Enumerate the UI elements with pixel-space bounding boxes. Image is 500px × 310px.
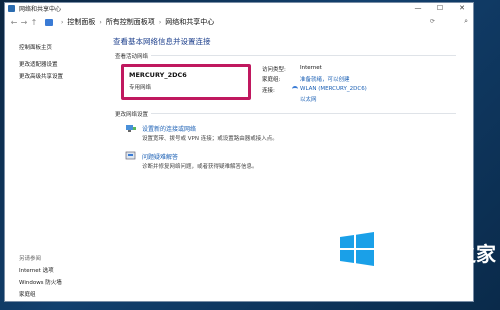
network-name: MERCURY_2DC6 bbox=[129, 71, 187, 79]
breadcrumb: › 控制面板 › 所有控制面板项 › 网络和共享中心 bbox=[45, 17, 214, 27]
chevron-right-icon: › bbox=[61, 18, 64, 26]
access-type-value: Internet bbox=[300, 65, 322, 71]
search-icon[interactable]: ⌕ bbox=[464, 17, 468, 26]
network-app-icon bbox=[8, 5, 15, 12]
wlan-connection-link[interactable]: WLAN (MERCURY_2DC6) bbox=[292, 86, 367, 92]
divider bbox=[151, 55, 456, 56]
title-bar: 网络和共享中心 — ☐ ✕ bbox=[5, 3, 473, 14]
breadcrumb-network-center[interactable]: 网络和共享中心 bbox=[165, 17, 214, 27]
watermark-brand: Win10 之家 bbox=[378, 242, 496, 266]
troubleshoot-link[interactable]: 问题疑难解答 bbox=[142, 152, 178, 161]
active-network-card: MERCURY_2DC6 专用网络 bbox=[121, 64, 251, 100]
address-bar: ← → ↑ › 控制面板 › 所有控制面板项 › 网络和共享中心 ⟳ ⌕ bbox=[5, 14, 473, 30]
chevron-right-icon: › bbox=[99, 18, 102, 26]
sidebar-item-internet-options[interactable]: Internet 选项 bbox=[19, 266, 54, 274]
sidebar-item-adapter-settings[interactable]: 更改适配器设置 bbox=[19, 60, 58, 68]
connections-label: 连接: bbox=[262, 88, 275, 94]
up-arrow-icon[interactable]: ↑ bbox=[29, 18, 39, 27]
control-panel-icon bbox=[45, 18, 53, 26]
homegroup-link[interactable]: 准备就绪，可以创建 bbox=[300, 75, 350, 83]
troubleshoot-icon bbox=[125, 151, 136, 160]
see-also-header: 另请参阅 bbox=[19, 256, 42, 262]
breadcrumb-all-items[interactable]: 所有控制面板项 bbox=[106, 17, 155, 27]
wifi-icon bbox=[292, 86, 298, 91]
new-connection-icon bbox=[126, 125, 136, 132]
divider bbox=[151, 113, 456, 114]
refresh-icon[interactable]: ⟳ bbox=[430, 18, 435, 25]
sidebar-item-windows-firewall[interactable]: Windows 防火墙 bbox=[19, 278, 62, 286]
breadcrumb-control-panel[interactable]: 控制面板 bbox=[67, 17, 95, 27]
windows-logo-icon bbox=[340, 232, 374, 266]
active-networks-label: 查看活动网络 bbox=[115, 54, 149, 60]
window-title: 网络和共享中心 bbox=[19, 6, 62, 13]
sidebar-item-homegroup[interactable]: 家庭组 bbox=[19, 290, 36, 298]
left-navigation-pane: 控制面板主页 更改适配器设置 更改高级共享设置 另请参阅 Internet 选项… bbox=[5, 31, 100, 301]
forward-arrow-icon[interactable]: → bbox=[19, 18, 29, 27]
page-title: 查看基本网络信息并设置连接 bbox=[113, 37, 211, 46]
wlan-connection-label: WLAN (MERCURY_2DC6) bbox=[300, 86, 367, 92]
back-arrow-icon[interactable]: ← bbox=[9, 18, 19, 27]
minimize-button[interactable]: — bbox=[407, 3, 429, 14]
access-type-label: 访问类型: bbox=[262, 67, 286, 73]
network-type[interactable]: 专用网络 bbox=[129, 83, 151, 91]
setup-new-connection-link[interactable]: 设置新的连接或网络 bbox=[142, 124, 196, 133]
sidebar-item-advanced-sharing[interactable]: 更改高级共享设置 bbox=[19, 72, 63, 80]
ethernet-connection-link[interactable]: 以太网 bbox=[300, 95, 317, 103]
chevron-right-icon: › bbox=[158, 18, 162, 26]
watermark-site: www.win10xitong.com bbox=[372, 284, 463, 293]
sidebar-item-control-panel-home[interactable]: 控制面板主页 bbox=[19, 43, 52, 51]
window-controls: — ☐ ✕ bbox=[407, 3, 473, 14]
setup-new-connection-desc: 设置宽带、拨号或 VPN 连接；或设置路由器或接入点。 bbox=[142, 136, 278, 142]
change-settings-label: 更改网络设置 bbox=[115, 112, 149, 118]
troubleshoot-desc: 诊断并修复网络问题，或者获得疑难解答信息。 bbox=[142, 164, 258, 170]
close-button[interactable]: ✕ bbox=[451, 3, 473, 14]
homegroup-label: 家庭组: bbox=[262, 77, 281, 83]
maximize-button[interactable]: ☐ bbox=[429, 3, 451, 14]
